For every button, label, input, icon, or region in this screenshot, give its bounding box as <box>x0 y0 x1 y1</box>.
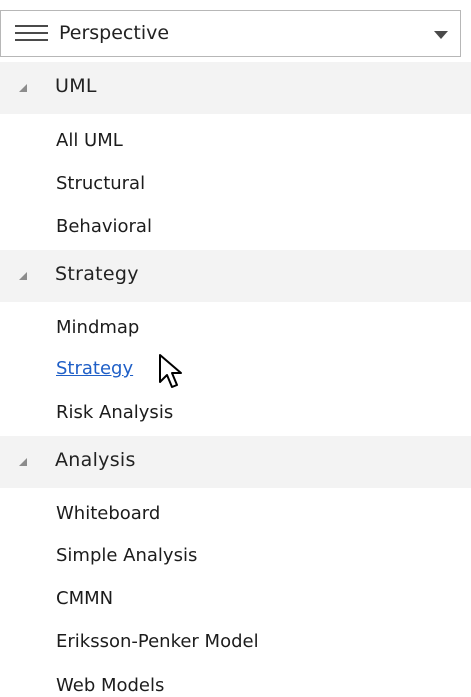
item-whiteboard[interactable]: Whiteboard <box>56 503 160 524</box>
perspective-panel: Perspective UML All UML Structural Behav… <box>0 0 471 697</box>
item-strategy[interactable]: Strategy <box>56 358 133 379</box>
perspective-title: Perspective <box>59 22 170 44</box>
item-web-models[interactable]: Web Models <box>56 675 164 696</box>
group-header-uml[interactable]: UML <box>0 62 471 114</box>
item-structural[interactable]: Structural <box>56 173 145 194</box>
item-simple-analysis[interactable]: Simple Analysis <box>56 545 197 566</box>
group-header-strategy[interactable]: Strategy <box>0 250 471 302</box>
group-label-analysis: Analysis <box>55 449 136 471</box>
item-cmmn[interactable]: CMMN <box>56 588 113 609</box>
hamburger-menu-icon[interactable] <box>15 25 48 43</box>
item-mindmap[interactable]: Mindmap <box>56 317 139 338</box>
group-header-analysis[interactable]: Analysis <box>0 436 471 488</box>
mouse-pointer-icon <box>159 354 182 388</box>
group-label-uml: UML <box>55 75 97 97</box>
dropdown-arrow-icon[interactable] <box>434 31 448 39</box>
item-all-uml[interactable]: All UML <box>56 130 123 151</box>
item-eriksson-penker-model[interactable]: Eriksson-Penker Model <box>56 631 259 652</box>
item-behavioral[interactable]: Behavioral <box>56 216 152 237</box>
collapse-triangle-icon[interactable] <box>19 84 27 92</box>
perspective-dropdown[interactable]: Perspective <box>0 10 461 57</box>
group-label-strategy: Strategy <box>55 263 139 285</box>
collapse-triangle-icon[interactable] <box>19 458 27 466</box>
collapse-triangle-icon[interactable] <box>19 272 27 280</box>
item-risk-analysis[interactable]: Risk Analysis <box>56 402 173 423</box>
